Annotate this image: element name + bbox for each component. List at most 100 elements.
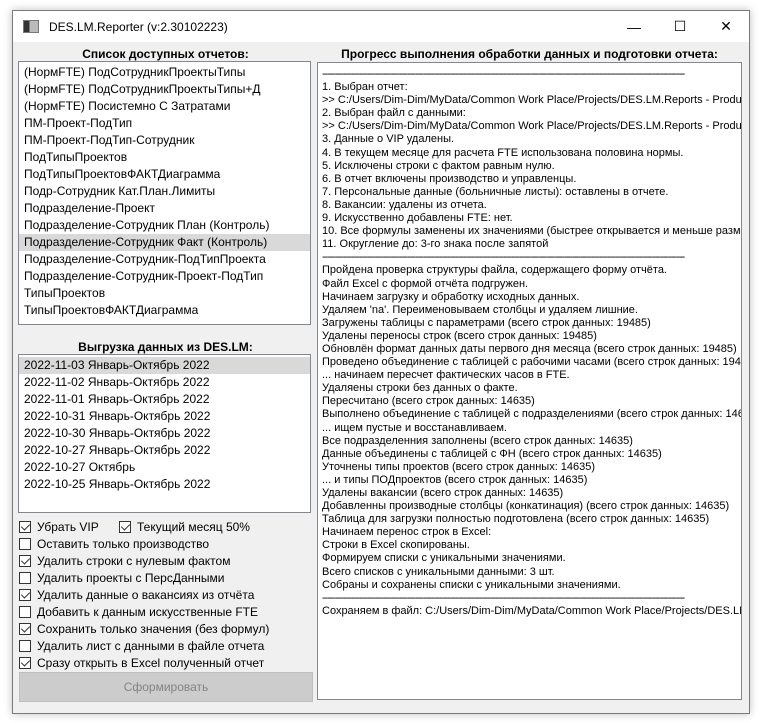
minimize-button[interactable]: — — [611, 11, 657, 42]
checkbox-icon[interactable] — [19, 605, 31, 618]
progress-log[interactable]: ----------------------------------------… — [317, 62, 742, 700]
log-line: Все подразделенния заполнены (всего стро… — [322, 434, 633, 447]
option-label: Текущий месяц 50% — [137, 519, 250, 534]
log-line: Строки в Excel скопированы. — [322, 539, 470, 552]
option-checkbox[interactable]: Текущий месяц 50% — [119, 518, 250, 535]
option-label: Убрать VIP — [37, 519, 99, 534]
log-line: Формируем списки с уникальными значениям… — [322, 552, 566, 565]
option-checkbox[interactable]: Добавить к данным искусственные FTE — [19, 603, 258, 620]
log-line: Сохраняем в файл: C:/Users/Dim-Dim/MyDat… — [322, 604, 742, 617]
log-line: Удалены вакансии (всего строк данных: 14… — [322, 487, 564, 499]
list-item[interactable]: 2022-10-27 Январь-Октябрь 2022 — [19, 442, 310, 459]
option-checkbox[interactable]: Сразу открыть в Excel полученный отчет — [19, 654, 264, 671]
log-line: ----------------------------------------… — [322, 591, 685, 604]
log-line: 7. Персональные данные (больничные листы… — [322, 185, 669, 198]
list-item[interactable]: 2022-10-30 Январь-Октябрь 2022 — [19, 425, 310, 442]
log-line: Загружены таблицы с параметрами (всего с… — [322, 316, 651, 329]
list-item[interactable]: 2022-11-01 Январь-Октябрь 2022 — [19, 391, 310, 408]
option-label: Сохранить только значения (без формул) — [37, 621, 270, 636]
list-item[interactable]: Подразделение-Сотрудник-ПодТипПроекта — [19, 251, 310, 268]
list-item[interactable]: (НормFTE) ПодСотрудникПроектыТипы — [19, 64, 310, 81]
app-window: DES.LM.Reporter (v:2.30102223) — ☐ ✕ Спи… — [12, 10, 750, 714]
option-label: Сразу открыть в Excel полученный отчет — [37, 655, 265, 670]
list-item[interactable]: ПМ-Проект-ПодТип — [19, 115, 310, 132]
checkbox-icon[interactable] — [19, 554, 31, 567]
exports-list[interactable]: 2022-11-03 Январь-Октябрь 2022 2022-11-02… — [18, 354, 311, 513]
option-label: Добавить к данным искусственные FTE — [37, 604, 259, 619]
list-item[interactable]: (НормFTE) ПодСотрудникПроектыТипы+Д — [19, 81, 310, 98]
log-line: Обновлён формат данных даты первого дня … — [322, 342, 737, 355]
window-title: DES.LM.Reporter (v:2.30102223) — [49, 19, 228, 34]
close-button[interactable]: ✕ — [703, 11, 749, 42]
log-line: >> C:/Users/Dim-Dim/MyData/Common Work P… — [322, 94, 742, 107]
checkbox-icon[interactable] — [19, 622, 31, 635]
log-line: Добавленны производные столбцы (конкатин… — [322, 500, 730, 513]
log-line: Пройдена проверка структуры файла, содер… — [322, 264, 667, 277]
list-item[interactable]: ПМ-Проект-ПодТип-Сотрудник — [19, 132, 310, 149]
option-checkbox[interactable]: Сохранить только значения (без формул) — [19, 620, 269, 637]
checkbox-icon[interactable] — [19, 639, 31, 652]
title-bar: DES.LM.Reporter (v:2.30102223) — ☐ ✕ — [13, 11, 749, 42]
list-item[interactable]: (НормFTE) Посистемно С Затратами — [19, 98, 310, 115]
log-line: Удаляены строки без данных о факте. — [322, 382, 518, 395]
list-item[interactable]: 2022-11-02 Январь-Октябрь 2022 — [19, 374, 310, 391]
list-item[interactable]: Подразделение-Сотрудник Факт (Контроль) — [19, 234, 310, 251]
option-label: Удалить данные о вакансиях из отчёта — [37, 587, 255, 602]
list-item[interactable]: Подразделение-Проект — [19, 200, 310, 217]
log-line: ----------------------------------------… — [322, 251, 685, 264]
option-label: Удалить строки с нулевым фактом — [37, 553, 231, 568]
log-line: 11. Округление до: 3-го знака после запя… — [322, 238, 549, 251]
log-line: Удалены переносы строк (всего строк данн… — [322, 329, 597, 342]
option-label: Оставить только производство — [37, 536, 210, 551]
list-item[interactable]: Подразделение-Сотрудник План (Контроль) — [19, 217, 310, 234]
checkbox-icon[interactable] — [19, 537, 31, 550]
checkbox-icon[interactable] — [19, 520, 31, 533]
log-line: ----------------------------------------… — [322, 68, 685, 80]
option-checkbox[interactable]: Оставить только производство — [19, 535, 209, 552]
log-line: Данные объединены с таблицей с ФН (всего… — [322, 447, 662, 460]
checkbox-icon[interactable] — [19, 656, 31, 669]
log-line: ... и типы ПОДпроектов (всего строк данн… — [322, 473, 588, 486]
list-item[interactable]: ТипыПроектов — [19, 285, 310, 302]
list-item[interactable]: ПодТипыПроектов — [19, 149, 310, 166]
list-item[interactable]: 2022-10-27 Октябрь — [19, 459, 310, 476]
exports-heading: Выгрузка данных из DES.LM: — [78, 340, 253, 354]
log-line: Таблица для загрузки полностью подготовл… — [322, 513, 710, 526]
list-item[interactable]: 2022-10-31 Январь-Октябрь 2022 — [19, 408, 310, 425]
checkbox-icon[interactable] — [119, 520, 131, 533]
log-line: Выполнено объединение с таблицей с подра… — [322, 408, 742, 421]
app-icon — [23, 20, 39, 33]
log-line: 4. В текущем месяце для расчета FTE испо… — [322, 146, 684, 159]
generate-button[interactable]: Сформировать — [19, 672, 313, 702]
list-item[interactable]: 2022-11-03 Январь-Октябрь 2022 — [19, 357, 310, 374]
option-label: Удалить лист с данными в файле отчета — [37, 638, 265, 653]
list-item[interactable]: 2022-10-25 Январь-Октябрь 2022 — [19, 476, 310, 493]
list-item[interactable]: Подразделение-Сотрудник-Проект-ПодТип — [19, 268, 310, 285]
option-checkbox[interactable]: Удалить лист с данными в файле отчета — [19, 637, 264, 654]
log-line: Всего списков с уникальными данными: 3 ш… — [322, 565, 555, 578]
log-line: Собраны и сохранены списки с уникальными… — [322, 578, 621, 591]
progress-heading: Прогресс выполнения обработки данных и п… — [341, 47, 718, 61]
checkbox-icon[interactable] — [19, 588, 31, 601]
log-line: Файл Excel с формой отчёта подгружен. — [322, 277, 529, 290]
log-line: 8. Вакансии: удалены из отчета. — [322, 198, 487, 211]
option-checkbox[interactable]: Удалить данные о вакансиях из отчёта — [19, 586, 254, 603]
reports-list[interactable]: (НормFTE) ПодСотрудникПроектыТипы (НормFT… — [18, 61, 311, 325]
log-line: ... ищем пустые и восстанавливаем. — [322, 421, 507, 434]
option-checkbox[interactable]: Удалить строки с нулевым фактом — [19, 552, 230, 569]
option-checkbox[interactable]: Удалить проекты с ПерсДанными — [19, 569, 224, 586]
list-item[interactable]: ПодТипыПроектовФАКТДиаграмма — [19, 166, 310, 183]
option-label: Удалить проекты с ПерсДанными — [37, 570, 225, 585]
log-line: 2. Выбран файл с данными: — [322, 107, 466, 120]
log-line: 1. Выбран отчет: — [322, 81, 408, 94]
checkbox-icon[interactable] — [19, 571, 31, 584]
list-item[interactable]: ТипыПроектовФАКТДиаграмма — [19, 302, 310, 319]
log-line: Начинаем загрузку и обработку исходных д… — [322, 290, 580, 303]
log-line: Проведено объединение с таблицей с рабоч… — [322, 356, 742, 369]
reports-heading: Список доступных отчетов: — [82, 47, 249, 61]
list-item[interactable]: Подр-Сотрудник Кат.План.Лимиты — [19, 183, 310, 200]
log-line: 10. Все формулы заменены их значениями (… — [322, 225, 742, 238]
log-line: Пересчитано (всего строк данных: 14635) — [322, 395, 535, 408]
option-checkbox[interactable]: Убрать VIP — [19, 518, 99, 535]
maximize-button[interactable]: ☐ — [657, 11, 703, 42]
